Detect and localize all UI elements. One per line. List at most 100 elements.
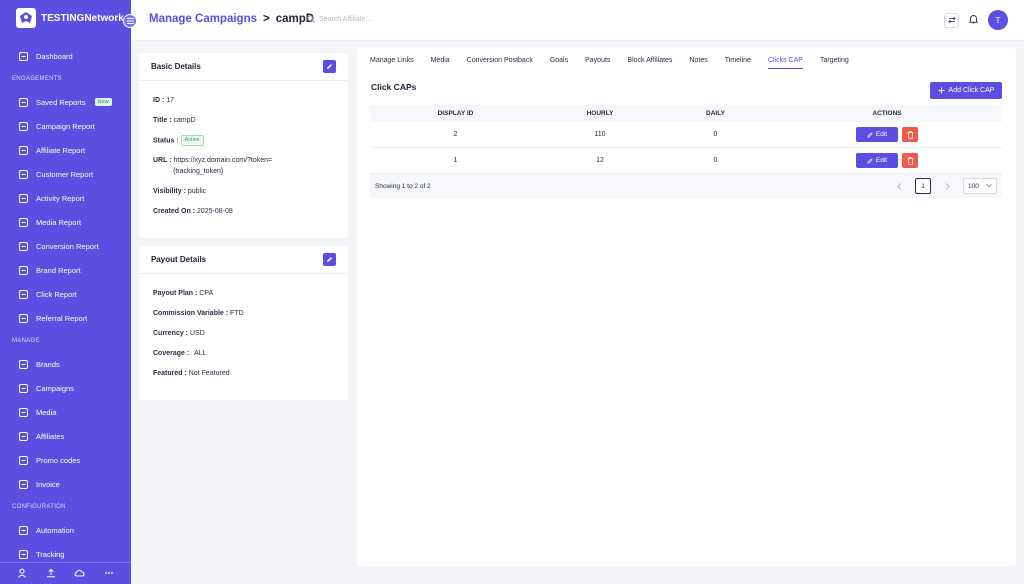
sidebar-item-label: Media	[36, 407, 57, 417]
sidebar-item-referral-report[interactable]: Referral Report	[0, 306, 131, 330]
sidebar-item-label: Promo codes	[36, 455, 81, 465]
sidebar-item-saved-reports[interactable]: Saved Reports New	[0, 90, 131, 114]
brand-report-icon	[19, 265, 28, 275]
edit-button[interactable]: Edit	[856, 127, 898, 142]
brand[interactable]: TESTINGNetwork	[16, 8, 124, 28]
sidebar-item-dashboard[interactable]: Dashboard	[0, 44, 131, 68]
sidebar-item-brands[interactable]: Brands	[0, 352, 131, 376]
edit-payout-details-button[interactable]	[323, 253, 336, 266]
column-hourly: HOURLY	[586, 110, 614, 117]
switch-icon[interactable]	[944, 12, 959, 28]
sidebar-item-brand-report[interactable]: Brand Report	[0, 258, 131, 282]
sidebar-item-tracking[interactable]: Tracking	[0, 542, 131, 562]
sidebar-item-activity-report[interactable]: Activity Report	[0, 186, 131, 210]
bell-icon[interactable]	[968, 14, 979, 26]
tab-targeting[interactable]: Targeting	[820, 57, 849, 69]
upload-icon[interactable]	[46, 568, 56, 580]
tab-goals[interactable]: Goals	[550, 57, 568, 69]
status-badge: Active	[180, 135, 204, 146]
cell-daily: 0	[713, 157, 718, 164]
page-size-select[interactable]: 100	[963, 178, 997, 194]
sidebar-item-customer-report[interactable]: Customer Report	[0, 162, 131, 186]
search-icon	[307, 15, 315, 23]
tab-block-affiliates[interactable]: Block Affiliates	[627, 57, 672, 69]
table-body: 2 110 0 Edit 1 12 0 Edit	[370, 122, 1002, 174]
next-page-button[interactable]	[939, 178, 955, 194]
sidebar-item-automation[interactable]: Automation	[0, 518, 131, 542]
promo-codes-icon	[19, 455, 28, 465]
campaign-report-icon	[19, 121, 28, 131]
tab-manage-links[interactable]: Manage Links	[370, 57, 414, 69]
more-icon[interactable]	[104, 568, 114, 580]
invoice-icon	[19, 479, 28, 489]
tab-notes[interactable]: Notes	[689, 57, 707, 69]
detail-url: URL : https://xyz.domain.com/?token= {tra…	[153, 157, 273, 175]
chevron-down-icon	[986, 184, 992, 188]
affiliates-icon	[19, 431, 28, 441]
dashboard-icon	[19, 51, 28, 61]
sidebar-item-promo-codes[interactable]: Promo codes	[0, 448, 131, 472]
click-caps-title: Click CAPs	[371, 82, 417, 92]
media-report-icon	[19, 217, 28, 227]
cell-hourly: 12	[596, 157, 604, 164]
add-click-cap-button[interactable]: Add Click CAP	[930, 82, 1002, 99]
sidebar-item-campaign-report[interactable]: Campaign Report	[0, 114, 131, 138]
sidebar-item-affiliates[interactable]: Affiliates	[0, 424, 131, 448]
pagination: 1 100	[891, 178, 997, 194]
tracking-icon	[19, 549, 28, 559]
sidebar-item-label: Campaign Report	[36, 121, 95, 131]
media-icon	[19, 407, 28, 417]
cell-actions: Edit	[772, 153, 1002, 168]
edit-basic-details-button[interactable]	[323, 60, 336, 73]
detail-payout-plan: Payout Plan : CPA	[153, 290, 214, 297]
page-title: Manage Campaigns > campD	[149, 13, 314, 25]
sidebar-item-label: Referral Report	[36, 313, 88, 323]
table-header: DISPLAY ID HOURLY DAILY ACTIONS	[370, 105, 1002, 122]
breadcrumb-manage-campaigns[interactable]: Manage Campaigns	[149, 13, 257, 25]
tab-payouts[interactable]: Payouts	[585, 57, 610, 69]
sidebar-toggle-button[interactable]	[123, 14, 137, 28]
sidebar-item-label: Automation	[36, 525, 74, 535]
sidebar-item-label: Conversion Report	[36, 241, 99, 251]
sidebar-item-click-report[interactable]: Click Report	[0, 282, 131, 306]
page-number-button[interactable]: 1	[915, 178, 931, 194]
sidebar-item-label: Click Report	[36, 289, 77, 299]
search-box[interactable]: Search Affiliate...	[307, 15, 371, 23]
pencil-icon	[867, 157, 873, 164]
column-display-id: DISPLAY ID	[437, 110, 474, 117]
sidebar-item-label: Tracking	[36, 549, 65, 559]
tab-media[interactable]: Media	[431, 57, 450, 69]
breadcrumb-separator: >	[263, 13, 270, 25]
detail-created-on: Created On : 2025-08-08	[153, 208, 233, 215]
sidebar-item-media-report[interactable]: Media Report	[0, 210, 131, 234]
campaign-tabs-panel: Manage Links Media Conversion Postback Goal…	[357, 48, 1016, 566]
pencil-icon	[867, 131, 873, 138]
detail-status: Status : Active	[153, 135, 204, 146]
table-footer: Showing 1 to 2 of 2 1 100	[370, 174, 1002, 198]
user-icon[interactable]	[17, 568, 27, 580]
prev-page-button[interactable]	[891, 178, 907, 194]
tab-clicks-cap[interactable]: Clicks CAP	[767, 57, 803, 69]
avatar[interactable]: T	[988, 10, 1008, 30]
edit-button[interactable]: Edit	[856, 153, 898, 168]
sidebar-item-affiliate-report[interactable]: Affiliate Report	[0, 138, 131, 162]
sidebar-item-campaigns[interactable]: Campaigns	[0, 376, 131, 400]
sidebar-nav: Dashboard ENGAGEMENTS Saved Reports New Camp…	[0, 44, 131, 562]
sidebar-item-conversion-report[interactable]: Conversion Report	[0, 234, 131, 258]
chevron-left-icon	[896, 182, 901, 190]
search-input[interactable]: Search Affiliate...	[319, 16, 371, 23]
affiliate-report-icon	[19, 145, 28, 155]
sidebar-item-media[interactable]: Media	[0, 400, 131, 424]
sidebar-item-invoice[interactable]: Invoice	[0, 472, 131, 496]
table-row: 1 12 0 Edit	[370, 148, 1002, 174]
basic-details-header: Basic Details	[139, 53, 348, 81]
chevron-right-icon	[945, 182, 950, 190]
cloud-icon[interactable]	[74, 568, 85, 580]
delete-button[interactable]	[902, 153, 918, 168]
sidebar-item-label: Media Report	[36, 217, 82, 227]
sidebar-section: CONFIGURATION	[12, 504, 66, 510]
delete-button[interactable]	[902, 127, 918, 142]
tab-timeline[interactable]: Timeline	[725, 57, 751, 69]
tab-conversion-postback[interactable]: Conversion Postback	[467, 57, 533, 69]
pencil-icon	[327, 64, 332, 69]
